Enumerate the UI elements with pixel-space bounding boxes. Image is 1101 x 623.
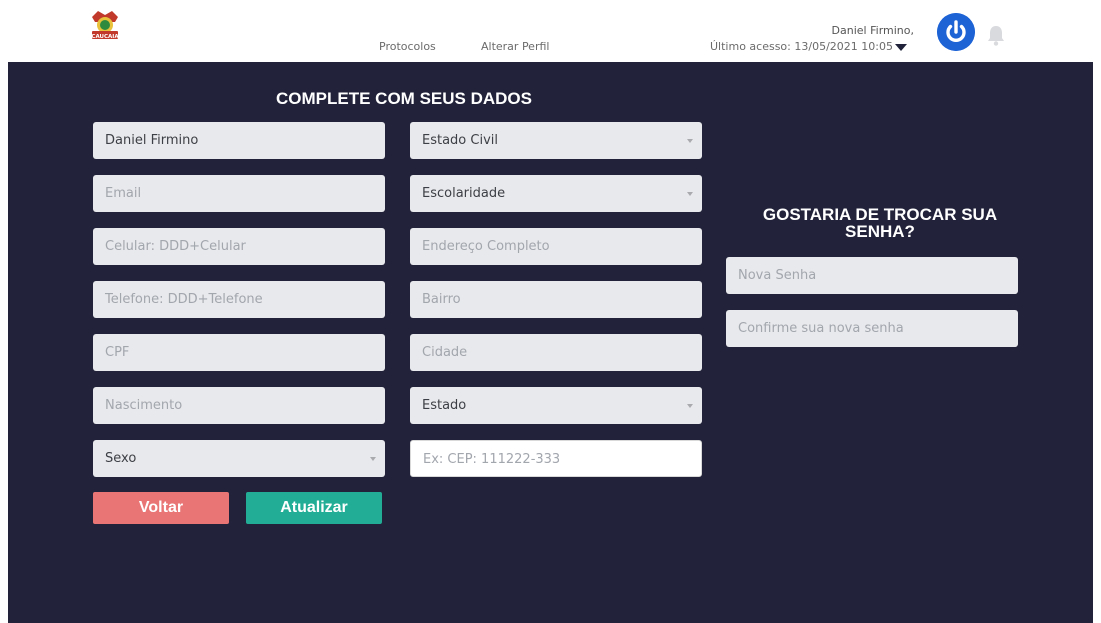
confirm-password-field[interactable]: Confirme sua nova senha <box>726 310 1018 347</box>
select-arrow-icon <box>370 457 376 461</box>
select-arrow-icon <box>687 192 693 196</box>
caucaia-logo[interactable]: CAUCAIA <box>88 8 122 42</box>
cep-field[interactable]: Ex: CEP: 111222-333 <box>410 440 702 477</box>
estado-civil-label: Estado Civil <box>422 133 498 148</box>
nascimento-field[interactable]: Nascimento <box>93 387 385 424</box>
name-field[interactable]: Daniel Firmino <box>93 122 385 159</box>
telefone-field[interactable]: Telefone: DDD+Telefone <box>93 281 385 318</box>
profile-panel: COMPLETE COM SEUS DADOS Daniel Firmino E… <box>8 62 1093 623</box>
cpf-field[interactable]: CPF <box>93 334 385 371</box>
last-access-text: Último acesso: 13/05/2021 10:05 <box>710 40 893 53</box>
estado-label: Estado <box>422 398 467 413</box>
password-title: GOSTARIA DE TROCAR SUA SENHA? <box>762 205 998 241</box>
bell-icon[interactable] <box>986 24 1006 46</box>
sexo-select-label: Sexo <box>105 451 137 466</box>
nav-alterar-perfil[interactable]: Alterar Perfil <box>481 40 549 53</box>
caret-down-icon[interactable] <box>894 43 907 51</box>
endereco-field[interactable]: Endereço Completo <box>410 228 702 265</box>
nav-protocolos[interactable]: Protocolos <box>379 40 436 53</box>
select-arrow-icon <box>687 139 693 143</box>
select-arrow-icon <box>687 404 693 408</box>
power-icon[interactable] <box>937 13 975 51</box>
bairro-field[interactable]: Bairro <box>410 281 702 318</box>
email-field[interactable]: Email <box>93 175 385 212</box>
estado-civil-select[interactable]: Estado Civil <box>410 122 702 159</box>
last-access-dropdown[interactable]: Último acesso: 13/05/2021 10:05 <box>710 40 907 53</box>
cidade-field[interactable]: Cidade <box>410 334 702 371</box>
form-title: COMPLETE COM SEUS DADOS <box>276 89 532 108</box>
celular-field[interactable]: Celular: DDD+Celular <box>93 228 385 265</box>
user-name: Daniel Firmino, <box>831 24 914 37</box>
escolaridade-select[interactable]: Escolaridade <box>410 175 702 212</box>
back-button[interactable]: Voltar <box>93 492 229 524</box>
new-password-field[interactable]: Nova Senha <box>726 257 1018 294</box>
svg-text:CAUCAIA: CAUCAIA <box>91 34 119 40</box>
escolaridade-label: Escolaridade <box>422 186 506 201</box>
update-button[interactable]: Atualizar <box>246 492 382 524</box>
top-bar: CAUCAIA Protocolos Alterar Perfil Daniel… <box>0 0 1101 62</box>
estado-select[interactable]: Estado <box>410 387 702 424</box>
sexo-select[interactable]: Sexo <box>93 440 385 477</box>
